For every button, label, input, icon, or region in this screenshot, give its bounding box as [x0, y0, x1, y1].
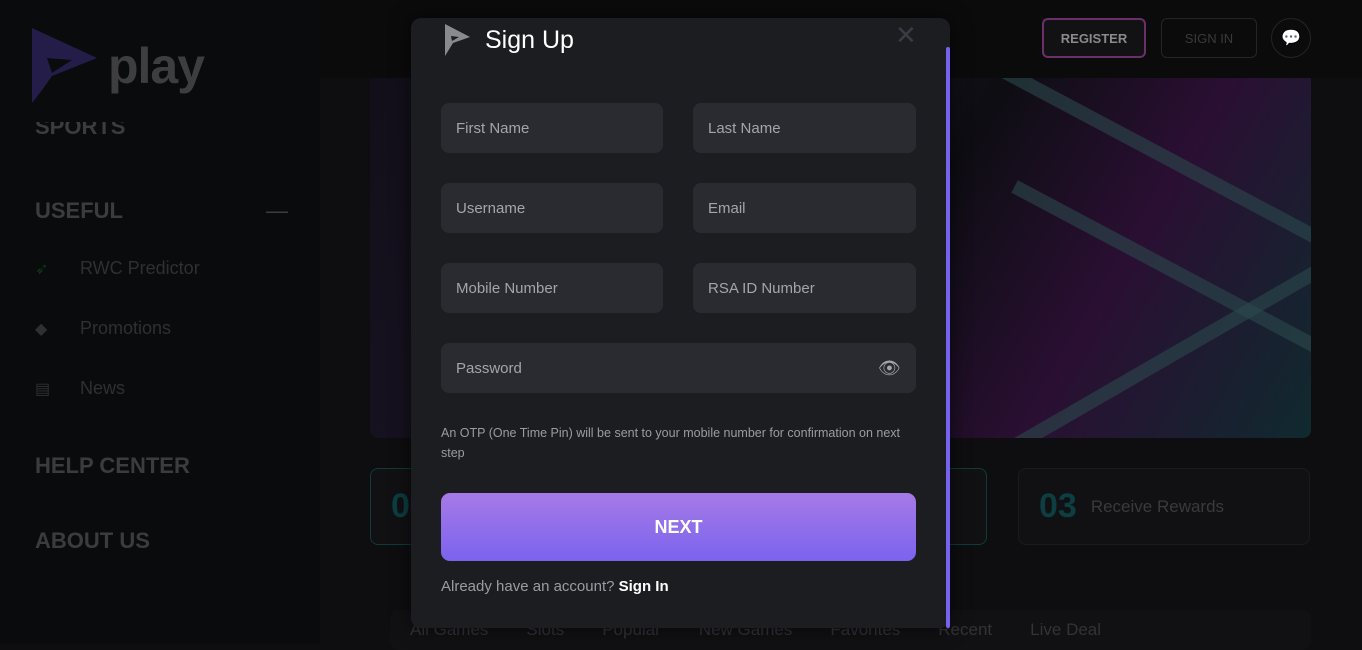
step-number: 03 [1039, 487, 1077, 525]
collapse-icon[interactable]: — [266, 198, 288, 224]
close-icon[interactable]: ✕ [895, 20, 917, 51]
sign-in-button[interactable]: SIGN IN [1161, 18, 1257, 58]
mobile-number-input[interactable] [441, 263, 663, 313]
password-input[interactable] [441, 343, 916, 393]
first-name-input[interactable] [441, 103, 663, 153]
logo[interactable]: play [32, 28, 205, 103]
signin-prompt: Already have an account? Sign In [441, 578, 669, 595]
eye-icon[interactable]: 👁 [878, 358, 901, 379]
logo-text: play [108, 37, 205, 94]
signin-prompt-text: Already have an account? [441, 578, 615, 595]
sidebar-section-sports[interactable]: SPORTS [35, 122, 125, 142]
scrollbar[interactable] [946, 47, 950, 628]
sidebar-about-us[interactable]: ABOUT US [35, 528, 150, 554]
sidebar-item-rwc-predictor[interactable]: ➶ RWC Predictor [35, 258, 200, 279]
logo-icon [445, 24, 470, 56]
next-button[interactable]: NEXT [441, 493, 916, 561]
sidebar-item-label: Promotions [80, 318, 172, 338]
sidebar-item-promotions[interactable]: ◆ Promotions [35, 318, 171, 339]
springbok-icon: ➶ [35, 260, 49, 278]
sidebar-item-news[interactable]: ▤ News [35, 378, 125, 399]
register-button[interactable]: REGISTER [1042, 18, 1146, 58]
username-input[interactable] [441, 183, 663, 233]
newspaper-icon: ▤ [35, 380, 51, 398]
section-label: USEFUL [35, 198, 123, 223]
logo-icon [32, 28, 97, 103]
sidebar-help-center[interactable]: HELP CENTER [35, 453, 190, 479]
modal-title-text: Sign Up [485, 25, 574, 54]
modal-title: Sign Up [443, 24, 574, 56]
email-input[interactable] [693, 183, 916, 233]
last-name-input[interactable] [693, 103, 916, 153]
step-card-03: 03 Receive Rewards [1018, 468, 1310, 545]
otp-note: An OTP (One Time Pin) will be sent to yo… [441, 426, 900, 460]
rsa-id-input[interactable] [693, 263, 916, 313]
signup-modal: Sign Up ✕ 👁 An OTP (One Time Pin) will b… [411, 18, 950, 628]
step-label: Receive Rewards [1090, 496, 1225, 516]
sidebar: play SPORTS USEFUL — ➶ RWC Predictor ◆ Prom… [0, 0, 320, 644]
sidebar-section-useful[interactable]: USEFUL — [35, 198, 288, 224]
sidebar-item-label: News [80, 378, 126, 398]
chat-icon[interactable]: 💬 [1271, 18, 1311, 58]
sign-in-link[interactable]: Sign In [619, 578, 669, 595]
sidebar-item-label: RWC Predictor [80, 258, 200, 278]
tab-live-dealer[interactable]: Live Deal [1030, 620, 1101, 640]
diamond-icon: ◆ [35, 320, 48, 338]
